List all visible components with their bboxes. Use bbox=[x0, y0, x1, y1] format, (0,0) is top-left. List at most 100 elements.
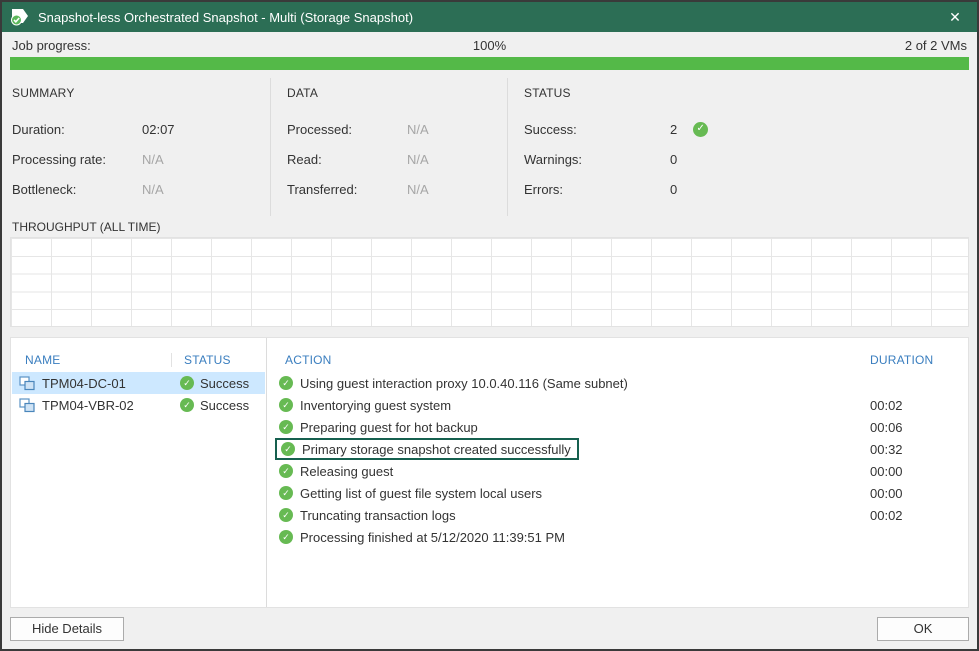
bottleneck-value: N/A bbox=[142, 181, 164, 197]
progress-bar-fill bbox=[10, 57, 969, 70]
processing-rate-label: Processing rate: bbox=[12, 151, 106, 167]
data-title: DATA bbox=[287, 86, 319, 100]
bottleneck-label: Bottleneck: bbox=[12, 181, 77, 197]
warnings-value: 0 bbox=[670, 151, 678, 167]
status-errors-row: Errors: 0 bbox=[524, 174, 977, 204]
footer-bar: Hide Details OK bbox=[2, 608, 977, 649]
action-duration: 00:00 bbox=[870, 485, 903, 501]
duration-column-header[interactable]: DURATION bbox=[870, 353, 968, 367]
action-log-panel: ACTION DURATION ✓ Using guest interactio… bbox=[267, 338, 968, 607]
name-column-header[interactable]: NAME bbox=[11, 353, 171, 367]
action-row[interactable]: ✓ Inventorying guest system 00:02 bbox=[267, 394, 968, 416]
action-text: Processing finished at 5/12/2020 11:39:5… bbox=[300, 529, 565, 545]
action-text: Using guest interaction proxy 10.0.40.11… bbox=[300, 375, 628, 391]
vm-icon bbox=[19, 375, 35, 390]
status-panel: STATUS Success: 2 ✓ Warnings: 0 Errors: … bbox=[507, 78, 977, 216]
action-log-header: ACTION DURATION bbox=[267, 348, 968, 372]
details-section: NAME STATUS TPM04-DC-01 ✓ Success TPM04-… bbox=[10, 337, 969, 608]
action-row[interactable]: ✓ Getting list of guest file system loca… bbox=[267, 482, 968, 504]
processing-rate-value: N/A bbox=[142, 151, 164, 167]
throughput-chart bbox=[10, 237, 969, 327]
action-text: Releasing guest bbox=[300, 463, 394, 479]
vm-status: ✓ Success bbox=[172, 398, 249, 413]
action-row[interactable]: ✓ Using guest interaction proxy 10.0.40.… bbox=[267, 372, 968, 394]
action-row-highlighted[interactable]: ✓ Primary storage snapshot created succe… bbox=[267, 438, 968, 460]
action-text: Truncating transaction logs bbox=[300, 507, 456, 523]
progress-bar bbox=[10, 57, 969, 70]
action-duration: 00:02 bbox=[870, 507, 903, 523]
success-label: Success: bbox=[524, 121, 577, 137]
data-processed-row: Processed: N/A bbox=[287, 114, 507, 144]
success-check-icon: ✓ bbox=[279, 464, 293, 478]
processed-label: Processed: bbox=[287, 121, 353, 137]
throughput-title: THROUGHPUT (ALL TIME) bbox=[12, 220, 161, 234]
throughput-section: THROUGHPUT (ALL TIME) bbox=[10, 218, 969, 327]
vm-status: ✓ Success bbox=[172, 376, 249, 391]
summary-duration-row: Duration: 02:07 bbox=[12, 114, 270, 144]
summary-processing-rate-row: Processing rate: N/A bbox=[12, 144, 270, 174]
vm-list-header: NAME STATUS bbox=[11, 348, 266, 372]
errors-value: 0 bbox=[670, 181, 678, 197]
action-duration: 00:02 bbox=[870, 397, 903, 413]
status-title: STATUS bbox=[524, 86, 571, 100]
job-flag-icon bbox=[11, 9, 28, 26]
warnings-label: Warnings: bbox=[524, 151, 583, 167]
close-icon[interactable]: ✕ bbox=[943, 6, 967, 28]
stats-section: SUMMARY Duration: 02:07 Processing rate:… bbox=[2, 78, 977, 216]
vm-name: TPM04-VBR-02 bbox=[42, 397, 134, 413]
summary-bottleneck-row: Bottleneck: N/A bbox=[12, 174, 270, 204]
success-check-icon: ✓ bbox=[279, 420, 293, 434]
errors-label: Errors: bbox=[524, 181, 563, 197]
vm-row-tpm04-dc-01[interactable]: TPM04-DC-01 ✓ Success bbox=[12, 372, 265, 394]
highlight-box: ✓ Primary storage snapshot created succe… bbox=[275, 438, 579, 460]
success-check-icon: ✓ bbox=[279, 376, 293, 390]
processed-value: N/A bbox=[407, 121, 429, 137]
summary-panel: SUMMARY Duration: 02:07 Processing rate:… bbox=[2, 78, 270, 216]
duration-value: 02:07 bbox=[142, 121, 175, 137]
title-bar: Snapshot-less Orchestrated Snapshot - Mu… bbox=[2, 2, 977, 32]
vm-icon bbox=[19, 397, 35, 412]
job-progress-percent: 100% bbox=[472, 38, 507, 53]
job-progress-dialog: Snapshot-less Orchestrated Snapshot - Mu… bbox=[0, 0, 979, 651]
transferred-value: N/A bbox=[407, 181, 429, 197]
job-progress-vm-count: 2 of 2 VMs bbox=[904, 38, 967, 53]
success-check-icon: ✓ bbox=[279, 398, 293, 412]
job-progress-label: Job progress: bbox=[12, 38, 91, 53]
action-text: Primary storage snapshot created success… bbox=[302, 441, 571, 457]
action-text: Inventorying guest system bbox=[300, 397, 452, 413]
status-column-header[interactable]: STATUS bbox=[171, 353, 231, 367]
hide-details-button[interactable]: Hide Details bbox=[10, 616, 124, 641]
success-check-icon: ✓ bbox=[180, 398, 194, 412]
summary-title: SUMMARY bbox=[12, 86, 75, 100]
data-transferred-row: Transferred: N/A bbox=[287, 174, 507, 204]
success-check-icon: ✓ bbox=[693, 121, 709, 137]
action-row[interactable]: ✓ Releasing guest 00:00 bbox=[267, 460, 968, 482]
success-check-icon: ✓ bbox=[180, 376, 194, 390]
action-text: Preparing guest for hot backup bbox=[300, 419, 478, 435]
action-row[interactable]: ✓ Preparing guest for hot backup 00:06 bbox=[267, 416, 968, 438]
status-success-row: Success: 2 ✓ bbox=[524, 114, 977, 144]
action-row[interactable]: ✓ Processing finished at 5/12/2020 11:39… bbox=[267, 526, 968, 548]
action-row[interactable]: ✓ Truncating transaction logs 00:02 bbox=[267, 504, 968, 526]
action-duration: 00:32 bbox=[870, 441, 903, 457]
success-check-icon: ✓ bbox=[279, 530, 293, 544]
data-read-row: Read: N/A bbox=[287, 144, 507, 174]
success-check-icon: ✓ bbox=[281, 442, 295, 456]
ok-button[interactable]: OK bbox=[877, 616, 969, 641]
duration-label: Duration: bbox=[12, 121, 65, 137]
success-check-icon: ✓ bbox=[279, 508, 293, 522]
transferred-label: Transferred: bbox=[287, 181, 358, 197]
success-check-icon: ✓ bbox=[279, 486, 293, 500]
window-title: Snapshot-less Orchestrated Snapshot - Mu… bbox=[38, 9, 414, 25]
read-label: Read: bbox=[287, 151, 322, 167]
action-column-header[interactable]: ACTION bbox=[267, 353, 870, 367]
vm-status-text: Success bbox=[200, 375, 250, 391]
vm-row-tpm04-vbr-02[interactable]: TPM04-VBR-02 ✓ Success bbox=[12, 394, 265, 416]
vm-status-text: Success bbox=[200, 397, 250, 413]
job-progress-row: Job progress: 100% 2 of 2 VMs bbox=[2, 32, 977, 57]
status-warnings-row: Warnings: 0 bbox=[524, 144, 977, 174]
action-duration: 00:06 bbox=[870, 419, 903, 435]
vm-name: TPM04-DC-01 bbox=[42, 375, 126, 391]
vm-list-panel: NAME STATUS TPM04-DC-01 ✓ Success TPM04-… bbox=[11, 338, 267, 607]
data-panel: DATA Processed: N/A Read: N/A Transferre… bbox=[270, 78, 507, 216]
